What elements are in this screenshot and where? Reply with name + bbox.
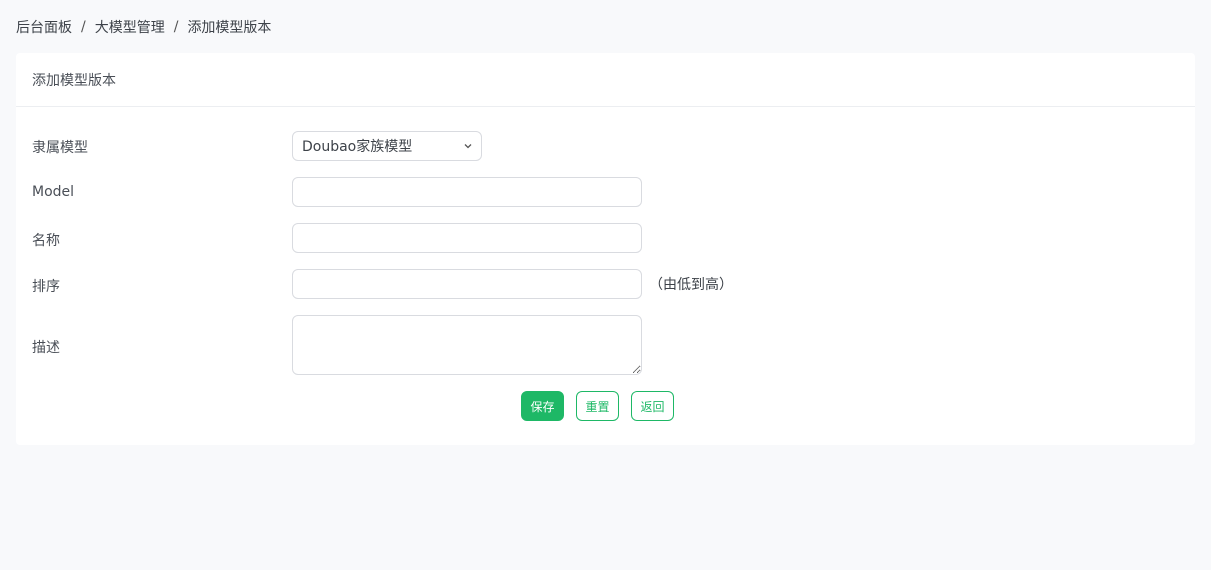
form-card: 添加模型版本 隶属模型 Doubao家族模型 Model 名称 排序 （由低到高… <box>16 53 1195 445</box>
model-family-select[interactable]: Doubao家族模型 <box>292 131 482 161</box>
breadcrumb: 后台面板 / 大模型管理 / 添加模型版本 <box>16 17 271 37</box>
breadcrumb-separator: / <box>81 19 86 35</box>
breadcrumb-separator: / <box>173 19 179 35</box>
description-label: 描述 <box>32 340 60 356</box>
reset-button[interactable]: 重置 <box>576 391 619 421</box>
name-input[interactable] <box>292 223 642 253</box>
save-button[interactable]: 保存 <box>521 391 564 421</box>
breadcrumb-item-dashboard[interactable]: 后台面板 <box>16 17 72 37</box>
model-family-selected-value: Doubao家族模型 <box>302 139 413 155</box>
model-family-label: 隶属模型 <box>32 140 88 156</box>
description-textarea[interactable] <box>292 315 642 375</box>
card-header: 添加模型版本 <box>16 53 1195 107</box>
sort-hint: （由低到高） <box>649 277 733 293</box>
name-label: 名称 <box>32 233 60 249</box>
model-label: Model <box>32 184 75 200</box>
chevron-down-icon <box>464 144 472 149</box>
card-title: 添加模型版本 <box>32 72 116 89</box>
model-input[interactable] <box>292 177 642 207</box>
back-button[interactable]: 返回 <box>631 391 674 421</box>
sort-label: 排序 <box>32 279 60 295</box>
breadcrumb-item-current: 添加模型版本 <box>187 20 272 36</box>
breadcrumb-item-llm-management[interactable]: 大模型管理 <box>95 17 165 37</box>
sort-input[interactable] <box>292 269 642 299</box>
